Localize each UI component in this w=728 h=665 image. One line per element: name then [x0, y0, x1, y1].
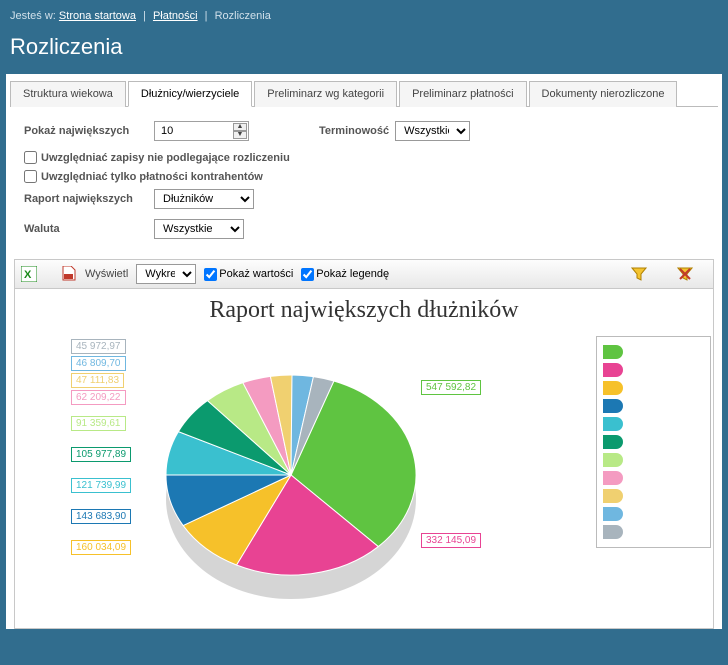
chart-title: Raport największych dłużników [21, 297, 707, 324]
filter-icon[interactable] [631, 266, 647, 282]
waluta-label: Waluta [24, 223, 154, 235]
breadcrumb-link-home[interactable]: Strona startowa [59, 10, 136, 22]
chk-zapisy[interactable] [24, 151, 37, 164]
legend-swatch [603, 399, 623, 413]
tab-dluznicy[interactable]: Dłużnicy/wierzyciele [128, 81, 252, 107]
chk-platnosci-label: Uwzględniać tylko płatności kontrahentów [41, 171, 263, 183]
wyswietl-select[interactable]: Wykres [136, 264, 196, 284]
legend-swatch [603, 489, 623, 503]
pokaz-spin-down[interactable]: ▼ [233, 131, 247, 139]
pie-chart [151, 350, 431, 610]
legend-item [603, 397, 704, 415]
legend-item [603, 379, 704, 397]
chk-pokaz-legende-label: Pokaż legendę [316, 268, 389, 280]
legend-swatch [603, 363, 623, 377]
legend [596, 336, 711, 548]
legend-item [603, 505, 704, 523]
legend-swatch [603, 417, 623, 431]
chk-pokaz-wartosci[interactable] [204, 268, 217, 281]
legend-item [603, 469, 704, 487]
chk-platnosci[interactable] [24, 170, 37, 183]
filters-panel: Pokaż największych ▲ ▼ Terminowość Wszys… [6, 107, 722, 259]
breadcrumb-current: Rozliczenia [215, 10, 271, 22]
pie-container: 547 592,82 332 145,09 160 034,09 143 683,90… [21, 330, 711, 620]
tab-dokumenty[interactable]: Dokumenty nierozliczone [529, 81, 678, 107]
value-label: 121 739,99 [71, 478, 131, 493]
waluta-select[interactable]: Wszystkie [154, 219, 244, 239]
page-title: Rozliczenia [0, 30, 728, 74]
chk-pokaz-legende[interactable] [301, 268, 314, 281]
legend-item [603, 487, 704, 505]
legend-item [603, 433, 704, 451]
legend-item [603, 361, 704, 379]
breadcrumb-prefix: Jesteś w: [10, 10, 56, 22]
value-label: 105 977,89 [71, 447, 131, 462]
svg-text:X: X [24, 269, 32, 281]
content-panel: Struktura wiekowa Dłużnicy/wierzyciele P… [6, 74, 722, 629]
legend-swatch [603, 471, 623, 485]
value-label: 547 592,82 [421, 380, 481, 395]
wyswietl-label: Wyświetl [85, 268, 128, 280]
excel-icon[interactable]: X [21, 266, 37, 282]
legend-item [603, 343, 704, 361]
raport-label: Raport największych [24, 193, 154, 205]
legend-swatch [603, 507, 623, 521]
terminowosc-select[interactable]: Wszystkie [395, 121, 470, 141]
pokaz-spin-up[interactable]: ▲ [233, 123, 247, 131]
pdf-icon[interactable] [61, 266, 77, 282]
tabs: Struktura wiekowa Dłużnicy/wierzyciele P… [10, 80, 718, 107]
value-label: 45 972,97 [71, 339, 126, 354]
chk-zapisy-label: Uwzględniać zapisy nie podlegające rozli… [41, 152, 290, 164]
legend-item [603, 415, 704, 433]
value-label: 160 034,09 [71, 540, 131, 555]
chart-toolbar: X Wyświetl Wykres Pokaż wartości Pokaż l… [14, 259, 714, 289]
filter-clear-icon[interactable] [677, 266, 693, 282]
legend-item [603, 523, 704, 541]
value-label: 91 359,61 [71, 416, 126, 431]
breadcrumb-link-payments[interactable]: Płatności [153, 10, 198, 22]
breadcrumb: Jesteś w: Strona startowa | Płatności | … [0, 0, 728, 30]
legend-swatch [603, 345, 623, 359]
tab-preliminarz-kategorii[interactable]: Preliminarz wg kategorii [254, 81, 397, 107]
legend-swatch [603, 435, 623, 449]
legend-swatch [603, 525, 623, 539]
value-label: 47 111,83 [71, 373, 124, 388]
pokaz-label: Pokaż największych [24, 125, 154, 137]
raport-select[interactable]: Dłużników [154, 189, 254, 209]
chart-area: Raport największych dłużników 547 592,82… [14, 289, 714, 629]
value-label: 332 145,09 [421, 533, 481, 548]
legend-swatch [603, 453, 623, 467]
value-label: 62 209,22 [71, 390, 126, 405]
value-label: 46 809,70 [71, 356, 126, 371]
terminowosc-label: Terminowość [319, 125, 389, 137]
value-label: 143 683,90 [71, 509, 131, 524]
tab-preliminarz-platnosci[interactable]: Preliminarz płatności [399, 81, 526, 107]
tab-struktura[interactable]: Struktura wiekowa [10, 81, 126, 107]
legend-swatch [603, 381, 623, 395]
chk-pokaz-wartosci-label: Pokaż wartości [219, 268, 293, 280]
legend-item [603, 451, 704, 469]
